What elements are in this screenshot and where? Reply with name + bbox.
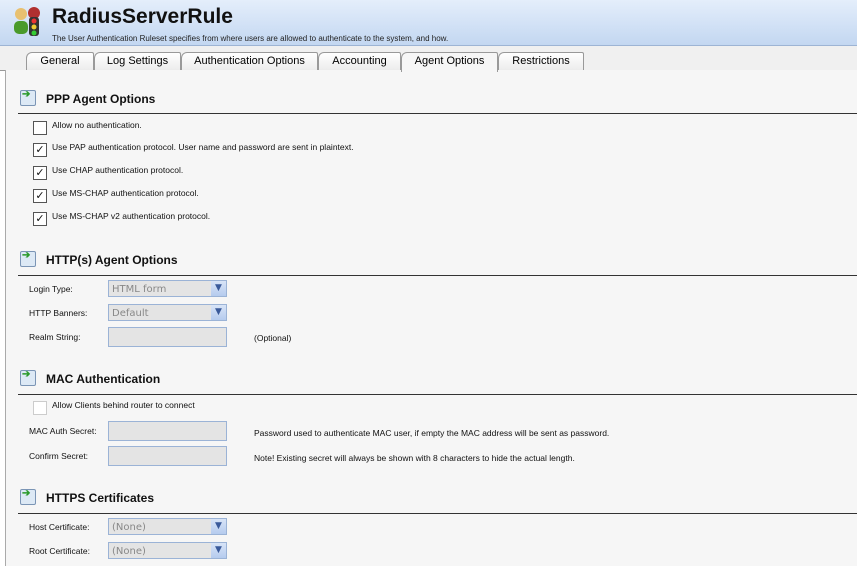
http-banners-select[interactable]: Default ▼ — [108, 304, 227, 321]
divider — [18, 394, 857, 395]
realm-string-label: Realm String: — [29, 332, 81, 342]
section-arrow-icon — [20, 369, 36, 386]
section-heading: PPP Agent Options — [46, 92, 156, 106]
ms-chap-v2-checkbox[interactable]: ✓ — [33, 212, 47, 226]
root-certificate-select[interactable]: (None) ▼ — [108, 542, 227, 559]
section-http: HTTP(s) Agent Options — [20, 250, 178, 267]
realm-string-input[interactable] — [108, 327, 227, 347]
section-heading: HTTPS Certificates — [46, 491, 155, 505]
section-arrow-icon — [20, 488, 36, 505]
checkbox-label: Use MS-CHAP v2 authentication protocol. — [52, 211, 211, 221]
tab-agent-options[interactable]: Agent Options — [401, 52, 498, 72]
divider — [18, 113, 857, 114]
checkbox-label: Use MS-CHAP authentication protocol. — [52, 188, 199, 198]
section-ppp: PPP Agent Options — [20, 89, 156, 106]
chevron-down-icon: ▼ — [211, 305, 226, 320]
chevron-down-icon: ▼ — [211, 281, 226, 296]
select-value: (None) — [112, 522, 146, 533]
login-type-select[interactable]: HTML form ▼ — [108, 280, 227, 297]
section-heading: MAC Authentication — [46, 372, 161, 386]
select-value: Default — [112, 308, 149, 319]
divider — [18, 513, 857, 514]
page-subtitle: The User Authentication Ruleset specifie… — [52, 34, 449, 43]
host-certificate-select[interactable]: (None) ▼ — [108, 518, 227, 535]
section-arrow-icon — [20, 250, 36, 267]
confirm-secret-label: Confirm Secret: — [29, 451, 89, 461]
pap-checkbox[interactable]: ✓ — [33, 143, 47, 157]
section-https: HTTPS Certificates — [20, 488, 155, 505]
tab-accounting[interactable]: Accounting — [318, 52, 401, 70]
tab-log-settings[interactable]: Log Settings — [94, 52, 181, 70]
mac-secret-hint: Password used to authenticate MAC user, … — [254, 428, 610, 438]
select-value: (None) — [112, 546, 146, 557]
checkbox-label: Use PAP authentication protocol. User na… — [52, 142, 354, 152]
tab-general[interactable]: General — [26, 52, 94, 70]
page-title: RadiusServerRule — [52, 5, 233, 28]
tab-restrictions[interactable]: Restrictions — [498, 52, 584, 70]
section-arrow-icon — [20, 89, 36, 106]
header: RadiusServerRule The User Authentication… — [0, 0, 857, 46]
mac-auth-secret-input[interactable] — [108, 421, 227, 441]
tab-authentication-options[interactable]: Authentication Options — [181, 52, 318, 70]
confirm-secret-hint: Note! Existing secret will always be sho… — [254, 453, 575, 463]
realm-hint: (Optional) — [254, 333, 292, 343]
login-type-label: Login Type: — [29, 284, 73, 294]
chevron-down-icon: ▼ — [211, 543, 226, 558]
confirm-secret-input[interactable] — [108, 446, 227, 466]
section-mac: MAC Authentication — [20, 369, 161, 386]
section-heading: HTTP(s) Agent Options — [46, 253, 178, 267]
chevron-down-icon: ▼ — [211, 519, 226, 534]
checkbox-label: Allow Clients behind router to connect — [52, 400, 195, 410]
http-banners-label: HTTP Banners: — [29, 308, 88, 318]
checkbox-label: Allow no authentication. — [52, 120, 142, 130]
users-traffic-light-icon — [14, 7, 40, 36]
allow-clients-behind-router-checkbox[interactable] — [33, 401, 47, 415]
select-value: HTML form — [112, 284, 167, 295]
checkbox-label: Use CHAP authentication protocol. — [52, 165, 184, 175]
mac-secret-label: MAC Auth Secret: — [29, 426, 97, 436]
host-certificate-label: Host Certificate: — [29, 522, 90, 532]
divider — [18, 275, 857, 276]
root-certificate-label: Root Certificate: — [29, 546, 90, 556]
allow-no-auth-checkbox[interactable] — [33, 121, 47, 135]
chap-checkbox[interactable]: ✓ — [33, 166, 47, 180]
ms-chap-checkbox[interactable]: ✓ — [33, 189, 47, 203]
